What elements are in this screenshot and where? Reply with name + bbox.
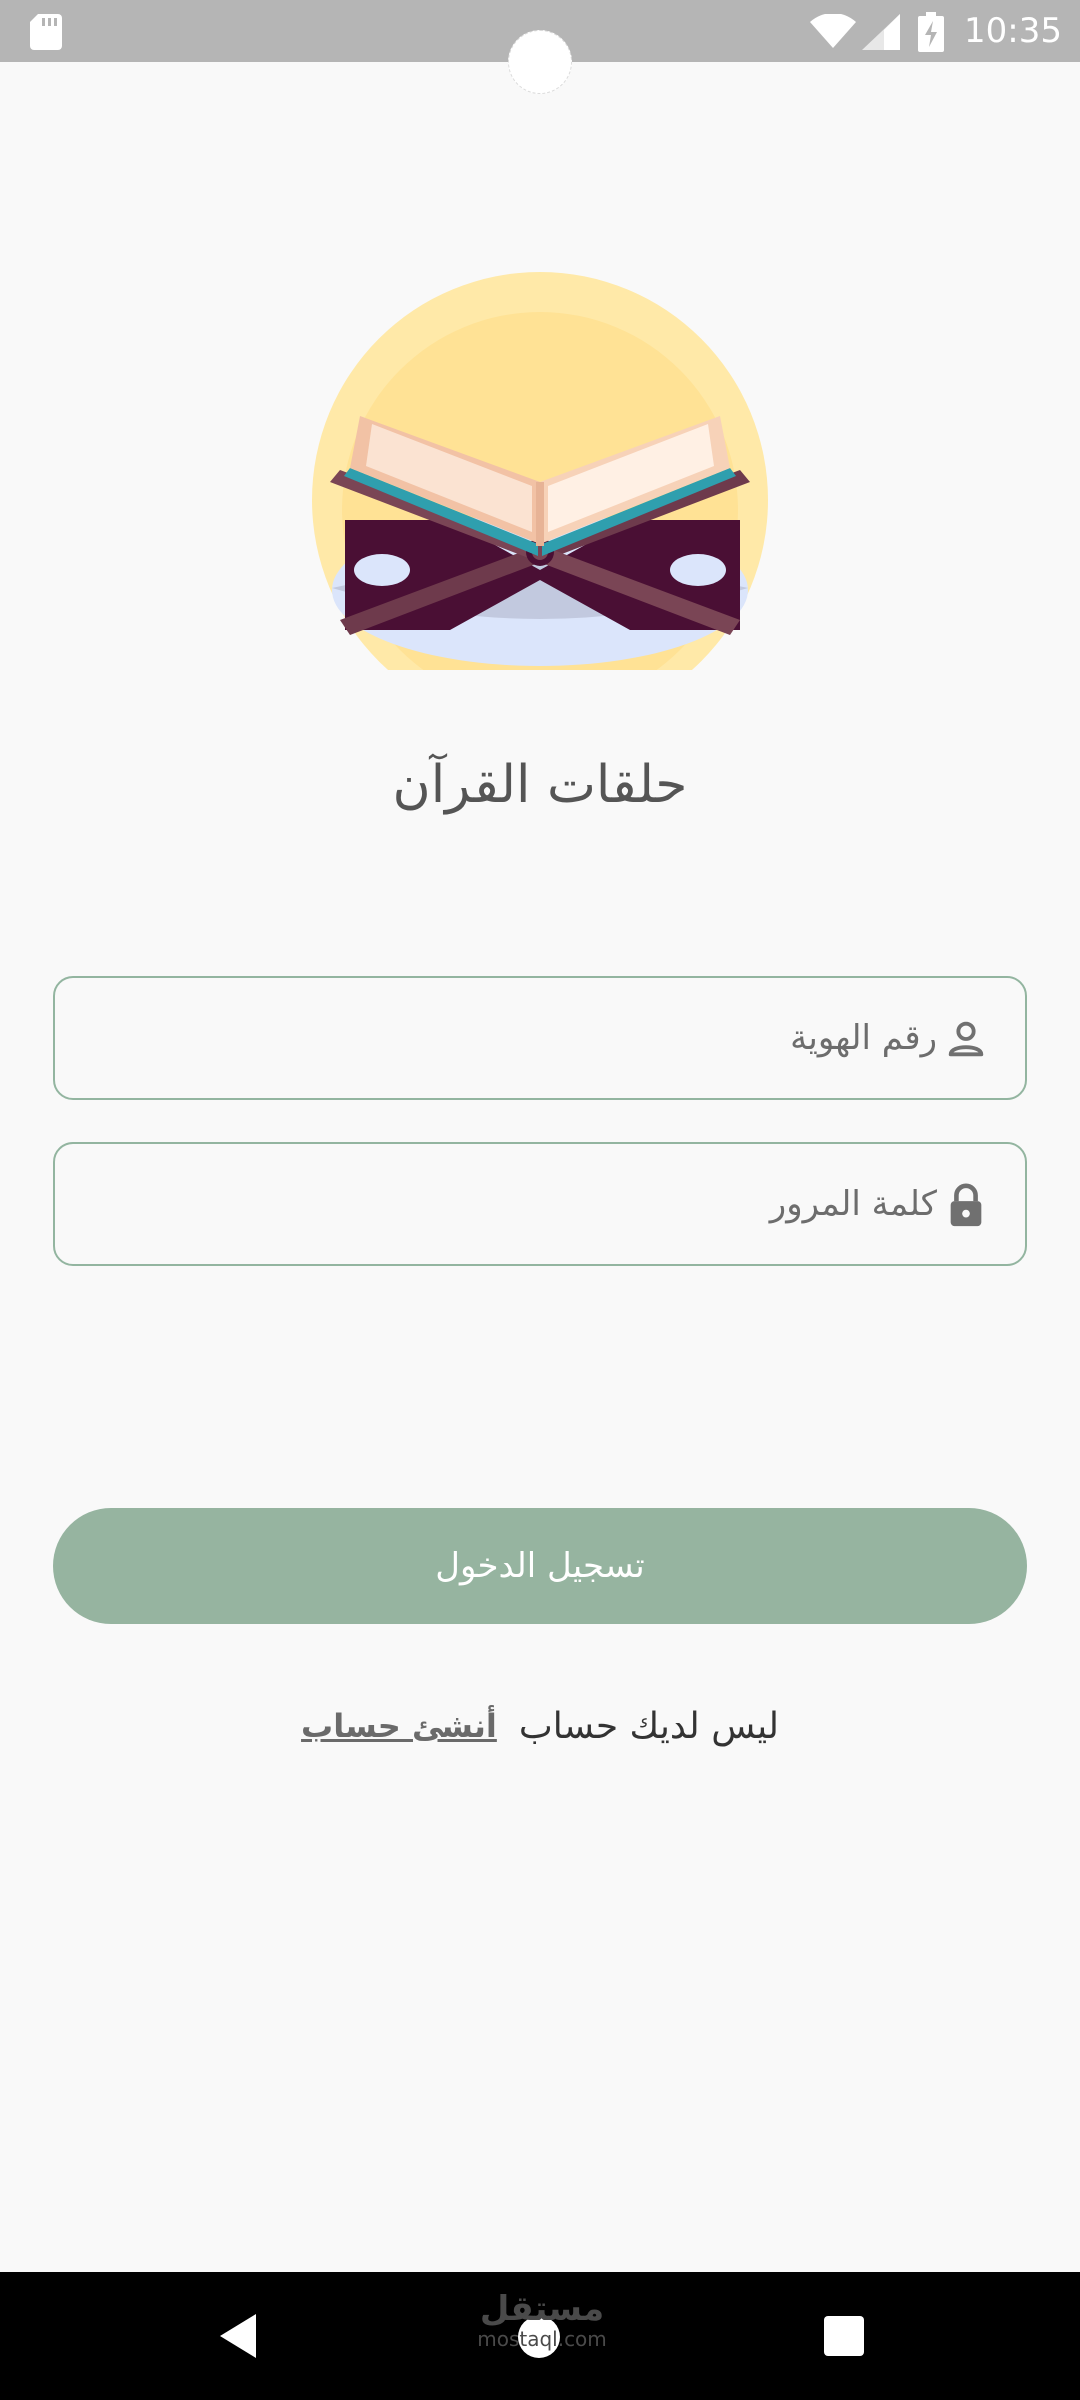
back-icon[interactable] [216, 2312, 260, 2360]
id-number-field[interactable] [53, 976, 1027, 1100]
watermark-main: مستقل [479, 2289, 605, 2329]
create-account-link[interactable]: أنشئ حساب [301, 1707, 497, 1745]
register-row: أنشئ حساب ليس لديك حساب [0, 1698, 1080, 1754]
wifi-icon [810, 14, 856, 48]
register-prompt: ليس لديك حساب [518, 1705, 779, 1747]
person-icon [948, 1021, 984, 1057]
sd-card-icon [30, 14, 62, 50]
camera-cutout [508, 30, 572, 94]
watermark-logo: مستقل mostaql.com [472, 2290, 612, 2350]
signal-icon [862, 14, 900, 50]
watermark-sub: mostaql.com [477, 2327, 607, 2351]
lock-icon [950, 1183, 982, 1227]
status-time: 10:35 [964, 11, 1062, 51]
password-input[interactable] [85, 1144, 937, 1264]
recent-apps-icon[interactable] [824, 2316, 864, 2356]
app-title: حلقات القرآن [392, 755, 688, 815]
login-button[interactable]: تسجيل الدخول [53, 1508, 1027, 1624]
password-field[interactable] [53, 1142, 1027, 1266]
id-number-input[interactable] [85, 978, 937, 1098]
quran-on-stand-illustration [312, 272, 768, 670]
battery-charging-icon [918, 12, 944, 52]
